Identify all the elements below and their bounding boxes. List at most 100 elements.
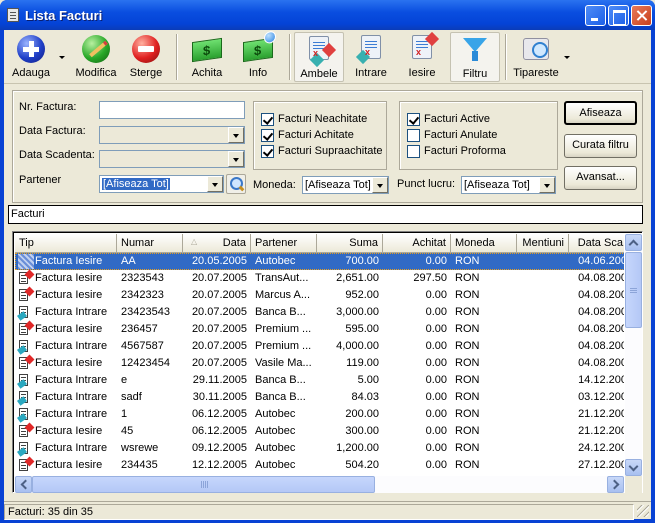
edit-button[interactable]: Modifica xyxy=(70,32,122,82)
column-header-partener[interactable]: Partener xyxy=(251,234,317,253)
cell-tip: Factura Intrare xyxy=(35,340,108,352)
resize-grip-icon[interactable] xyxy=(637,505,649,517)
table-row[interactable]: Factura Iesire 45 06.12.2005 Autobec 300.00 0… xyxy=(15,422,624,440)
scroll-down-button[interactable] xyxy=(625,459,642,476)
table-row[interactable]: Factura Intrare sadf 30.11.2005 Banca B... 8… xyxy=(15,389,624,406)
cell-data: 30.11.2005 xyxy=(192,391,247,403)
cell-moneda: RON xyxy=(455,425,480,437)
partener-combo[interactable]: [Afiseaza Tot] xyxy=(99,175,224,193)
cell-scadenta: 04.06.200 xyxy=(578,255,624,267)
cell-numar: 12423454 xyxy=(121,357,170,369)
table-row[interactable]: Factura Intrare 23423543 20.07.2005 Banca B… xyxy=(15,304,624,321)
print-dropdown-arrow-icon[interactable] xyxy=(564,56,570,59)
close-button[interactable] xyxy=(631,5,652,26)
checkbox-label: Facturi Active xyxy=(424,113,491,125)
checkbox-label: Facturi Supraachitate xyxy=(278,145,383,157)
chevron-down-icon[interactable] xyxy=(539,177,555,193)
cell-numar: 234435 xyxy=(121,459,158,471)
show-button[interactable]: Afiseaza xyxy=(564,101,637,125)
outgoing-button[interactable]: Iesire xyxy=(399,31,445,82)
nr-factura-input[interactable] xyxy=(99,101,245,119)
table-row[interactable]: Factura Iesire 2323543 20.07.2005 TransAut.… xyxy=(15,269,624,287)
chevron-down-icon[interactable] xyxy=(228,127,244,143)
cell-numar: 236457 xyxy=(121,323,158,335)
column-header-suma[interactable]: Suma xyxy=(317,234,383,253)
cell-partener: Autobec xyxy=(255,442,296,454)
checkbox-box[interactable] xyxy=(407,113,420,126)
checkbox-box[interactable] xyxy=(261,129,274,142)
column-header-mentiuni[interactable]: Mentiuni xyxy=(517,234,569,253)
table-row[interactable]: Factura Intrare e 29.11.2005 Banca B... 5.00… xyxy=(15,372,624,389)
incoming-button[interactable]: Intrare xyxy=(347,32,395,82)
outgoing-invoice-icon xyxy=(18,286,35,303)
clear-filter-button[interactable]: Curata filtru xyxy=(564,134,637,158)
column-header-data[interactable]: Data △ xyxy=(183,234,251,253)
filter-button[interactable]: Filtru xyxy=(450,32,500,82)
chevron-down-icon[interactable] xyxy=(372,177,388,193)
chevron-down-icon[interactable] xyxy=(207,176,223,192)
client-area: Adauga Modifica Sterge Achita Info xyxy=(4,30,651,520)
vertical-scrollbar[interactable] xyxy=(625,234,642,476)
column-header-achitat[interactable]: Achitat xyxy=(383,234,451,253)
pay-button[interactable]: Achita xyxy=(182,32,232,82)
invoice-grid[interactable]: Tip Numar Data △ Partener Suma Achitat Moneda Me… xyxy=(12,231,643,493)
advanced-button[interactable]: Avansat... xyxy=(564,166,637,190)
vertical-scroll-thumb[interactable] xyxy=(625,252,642,328)
column-header-scadenta[interactable]: Data Sca. xyxy=(569,234,624,253)
partner-search-button[interactable] xyxy=(226,174,246,194)
cell-suma: 5.00 xyxy=(357,374,379,386)
data-scadenta-picker[interactable] xyxy=(99,150,245,168)
table-row[interactable]: Factura Iesire 2342323 20.07.2005 Marcus A.… xyxy=(15,286,624,304)
checkbox-box[interactable] xyxy=(407,145,420,158)
cell-achitat: 0.00 xyxy=(425,425,447,437)
print-button[interactable]: Tipareste xyxy=(509,32,563,82)
moneda-combo[interactable]: [Afiseaza Tot] xyxy=(302,176,389,194)
cell-achitat: 0.00 xyxy=(425,442,447,454)
table-row[interactable]: Factura Iesire 234435 12.12.2005 Autobec 504… xyxy=(15,456,624,474)
cell-data: 29.11.2005 xyxy=(192,374,247,386)
delete-icon xyxy=(132,35,160,63)
data-factura-picker[interactable] xyxy=(99,126,245,144)
column-header-moneda[interactable]: Moneda xyxy=(451,234,517,253)
scroll-right-button[interactable] xyxy=(607,476,624,493)
table-row[interactable]: Factura Intrare 1 06.12.2005 Autobec 200.00 0… xyxy=(15,406,624,423)
checkbox-box[interactable] xyxy=(261,113,274,126)
add-dropdown-arrow-icon[interactable] xyxy=(59,56,65,59)
incoming-invoice-icon xyxy=(17,373,34,389)
cell-suma: 952.00 xyxy=(345,289,379,301)
cell-scadenta: 04.08.200 xyxy=(578,289,624,301)
print-label: Tipareste xyxy=(513,67,559,79)
table-row[interactable]: Factura Iesire 236457 20.07.2005 Premium ..… xyxy=(15,320,624,338)
both-button[interactable]: Ambele xyxy=(294,32,344,82)
table-row[interactable]: Factura Iesire AA 20.05.2005 Autobec 700.00 0… xyxy=(15,253,624,270)
cell-partener: Banca B... xyxy=(255,306,306,318)
both-directions-icon xyxy=(309,36,337,68)
checkbox-box[interactable] xyxy=(407,129,420,142)
table-row[interactable]: Factura Intrare 4567587 20.07.2005 Premium … xyxy=(15,338,624,355)
horizontal-scroll-thumb[interactable] xyxy=(32,476,375,493)
chevron-down-icon[interactable] xyxy=(228,151,244,167)
status-bar: Facturi: 35 din 35 xyxy=(4,501,651,520)
window-title: Lista Facturi xyxy=(25,8,103,23)
delete-button[interactable]: Sterge xyxy=(124,32,168,82)
scroll-left-button[interactable] xyxy=(15,476,32,493)
column-header-numar[interactable]: Numar xyxy=(117,234,183,253)
column-header-tip[interactable]: Tip xyxy=(15,234,117,253)
title-bar[interactable]: Lista Facturi xyxy=(0,0,655,30)
cell-scadenta: 04.08.200 xyxy=(578,357,624,369)
horizontal-scrollbar[interactable] xyxy=(15,476,624,493)
punct-lucru-combo[interactable]: [Afiseaza Tot] xyxy=(461,176,556,194)
cell-numar: 23423543 xyxy=(121,306,170,318)
table-row[interactable]: Factura Intrare wsrewe 09.12.2005 Autobec 1,… xyxy=(15,440,624,457)
scroll-up-button[interactable] xyxy=(625,234,642,251)
info-button[interactable]: Info xyxy=(236,30,280,82)
table-row[interactable]: Factura Iesire 12423454 20.07.2005 Vasile M… xyxy=(15,354,624,372)
maximize-button[interactable] xyxy=(608,5,629,26)
checkbox-box[interactable] xyxy=(261,145,274,158)
cell-moneda: RON xyxy=(455,408,480,420)
add-button[interactable]: Adauga xyxy=(6,32,56,82)
cell-data: 20.07.2005 xyxy=(191,323,247,335)
incoming-invoice-icon xyxy=(17,407,34,423)
minimize-button[interactable] xyxy=(585,5,606,26)
cell-achitat: 297.50 xyxy=(413,272,447,284)
